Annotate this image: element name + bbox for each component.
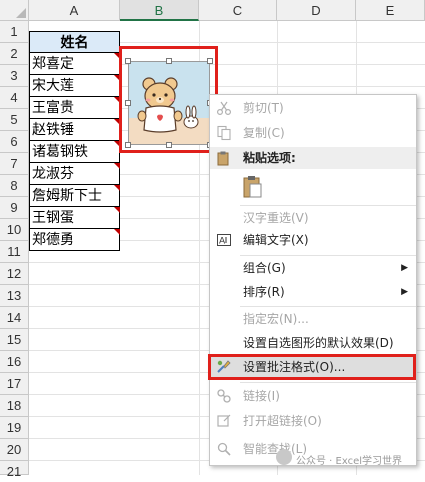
row-header-2[interactable]: 2 [0, 43, 29, 65]
cell-name[interactable]: 郑德勇 [29, 229, 120, 251]
cell-name[interactable]: 詹姆斯下士 [29, 185, 120, 207]
row-header-6[interactable]: 6 [0, 131, 29, 153]
menu-label: 复制(C) [243, 126, 285, 140]
row-header-17[interactable]: 17 [0, 373, 29, 395]
select-all-triangle [16, 8, 26, 18]
menu-label: 设置自选图形的默认效果(D) [243, 336, 394, 350]
row-header-11[interactable]: 11 [0, 241, 29, 263]
menu-item-reconvert[interactable]: 汉字重选(V) [210, 207, 416, 229]
comment-indicator [114, 185, 120, 191]
cell-a1-header[interactable]: 姓名 [29, 31, 120, 53]
row-header-8[interactable]: 8 [0, 175, 29, 197]
column-header-d[interactable]: D [277, 0, 356, 21]
row-header-16[interactable]: 16 [0, 351, 29, 373]
row-header-21[interactable]: 21 [0, 461, 29, 479]
comment-indicator [114, 207, 120, 213]
row-header-7[interactable]: 7 [0, 153, 29, 175]
menu-highlight-box [208, 354, 416, 380]
menu-item-link[interactable]: 链接(I) [210, 385, 416, 407]
menu-separator [240, 306, 416, 307]
cell-name[interactable]: 王钢蛋 [29, 207, 120, 229]
row-header-3[interactable]: 3 [0, 65, 29, 87]
menu-label: 粘贴选项: [243, 151, 296, 165]
menu-label: 指定宏(N)... [243, 312, 309, 326]
svg-text:A: A [219, 237, 226, 247]
menu-label: 编辑文字(X) [243, 233, 309, 247]
cell-name[interactable]: 郑喜定 [29, 53, 120, 75]
search-icon [217, 442, 231, 456]
menu-separator [240, 255, 416, 256]
row-header-18[interactable]: 18 [0, 395, 29, 417]
row-header-1[interactable]: 1 [0, 21, 29, 43]
edit-text-icon: A [217, 234, 231, 247]
row-header-19[interactable]: 19 [0, 417, 29, 439]
menu-label: 打开超链接(O) [243, 414, 322, 428]
menu-item-cut[interactable]: 剪切(T) [210, 97, 416, 119]
paste-clipboard-icon [243, 176, 262, 198]
menu-item-edit-text[interactable]: A 编辑文字(X) [210, 229, 416, 251]
menu-label: 组合(G) [243, 261, 286, 275]
column-header-c[interactable]: C [199, 0, 277, 21]
image-highlight-box [119, 46, 218, 153]
menu-item-group[interactable]: 组合(G) ▶ [210, 257, 416, 279]
select-all-corner[interactable] [0, 0, 29, 21]
menu-label: 剪切(T) [243, 101, 284, 115]
row-header-9[interactable]: 9 [0, 197, 29, 219]
menu-label: 排序(R) [243, 285, 285, 299]
comment-indicator [114, 229, 120, 235]
clipboard-icon [217, 151, 229, 166]
column-header-a[interactable]: A [29, 0, 120, 21]
row-header-14[interactable]: 14 [0, 307, 29, 329]
submenu-arrow-icon: ▶ [401, 263, 408, 273]
paste-option-keep-source[interactable] [210, 172, 416, 202]
cell-name[interactable]: 诸葛钢铁 [29, 141, 120, 163]
paste-options-header: 粘贴选项: [210, 147, 416, 169]
open-hyperlink-icon [217, 414, 231, 427]
copy-icon [217, 125, 231, 141]
menu-item-copy[interactable]: 复制(C) [210, 122, 416, 144]
wechat-logo-icon [276, 449, 292, 465]
column-header-b[interactable]: B [120, 0, 199, 21]
cell-name[interactable]: 赵铁锤 [29, 119, 120, 141]
menu-item-set-default-effect[interactable]: 设置自选图形的默认效果(D) [210, 332, 416, 354]
link-icon [217, 389, 231, 403]
comment-indicator [114, 163, 120, 169]
watermark-text: 公众号 · Excel学习世界 [296, 456, 403, 467]
cell-name[interactable]: 王富贵 [29, 97, 120, 119]
row-header-5[interactable]: 5 [0, 109, 29, 131]
menu-separator [240, 382, 416, 383]
menu-item-open-hyperlink[interactable]: 打开超链接(O) [210, 410, 416, 432]
row-header-12[interactable]: 12 [0, 263, 29, 285]
cell-name[interactable]: 龙淑芬 [29, 163, 120, 185]
row-header-13[interactable]: 13 [0, 285, 29, 307]
menu-item-order[interactable]: 排序(R) ▶ [210, 281, 416, 303]
row-header-10[interactable]: 10 [0, 219, 29, 241]
cell-name[interactable]: 宋大莲 [29, 75, 120, 97]
row-header-15[interactable]: 15 [0, 329, 29, 351]
column-header-e[interactable]: E [356, 0, 425, 21]
submenu-arrow-icon: ▶ [401, 287, 408, 297]
menu-separator [240, 205, 416, 206]
menu-label: 链接(I) [243, 389, 280, 403]
row-header-20[interactable]: 20 [0, 439, 29, 461]
menu-label: 汉字重选(V) [243, 211, 309, 225]
row-header-4[interactable]: 4 [0, 87, 29, 109]
menu-item-assign-macro[interactable]: 指定宏(N)... [210, 308, 416, 330]
scissors-icon [216, 101, 232, 116]
context-menu: 剪切(T) 复制(C) 粘贴选项: 汉字重选(V) A 编辑文字(X) 组合(G… [209, 94, 417, 466]
